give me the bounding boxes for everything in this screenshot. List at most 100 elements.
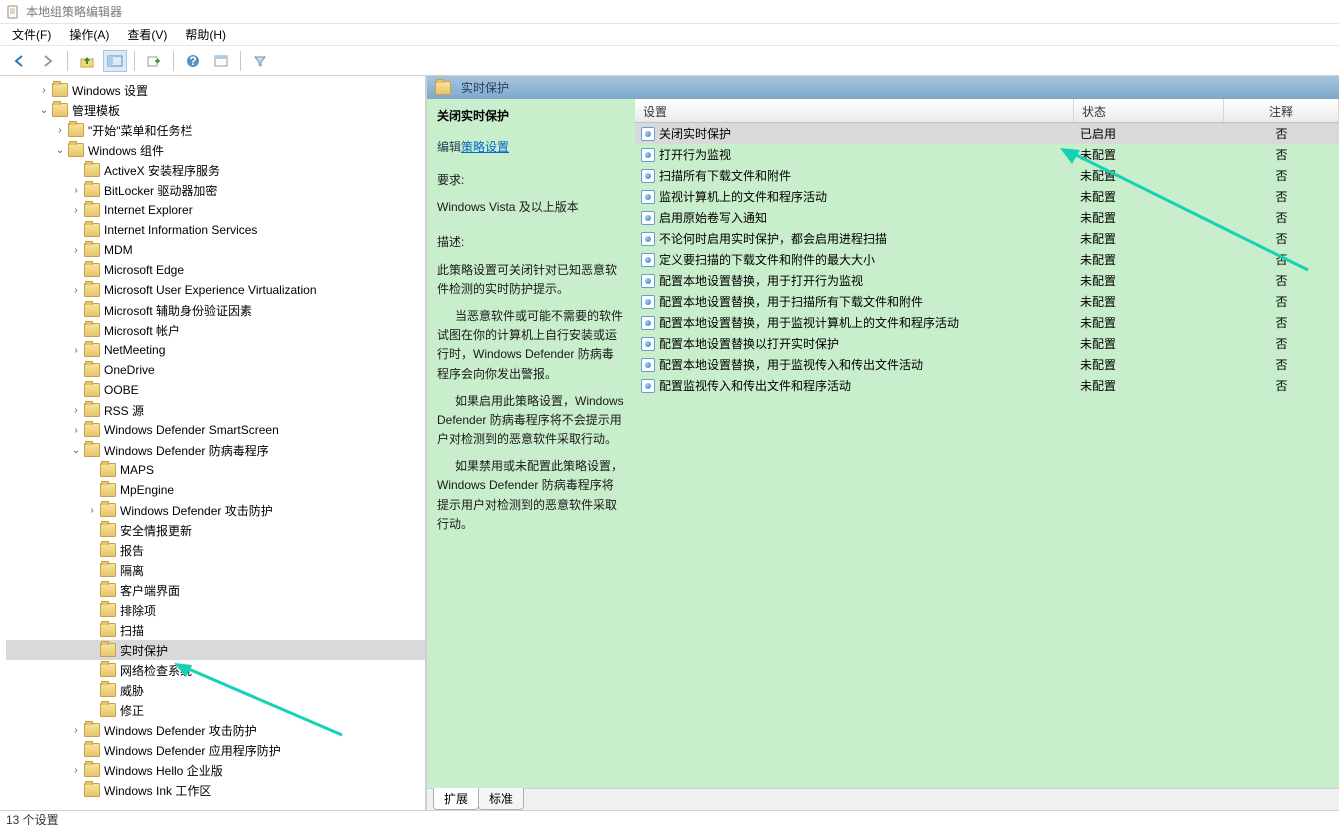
list-row[interactable]: 定义要扫描的下载文件和附件的最大大小未配置否	[635, 249, 1339, 270]
row-state: 未配置	[1080, 335, 1116, 352]
tree-item[interactable]: 报告	[6, 540, 425, 560]
row-state: 未配置	[1080, 377, 1116, 394]
tree-item[interactable]: ⌄Windows 组件	[6, 140, 425, 160]
folder-icon	[100, 643, 116, 657]
tree-item[interactable]: ⌄Windows Defender 防病毒程序	[6, 440, 425, 460]
tree-item[interactable]: 隔离	[6, 560, 425, 580]
tree-item[interactable]: Microsoft Edge	[6, 260, 425, 280]
tree-item[interactable]: 安全情报更新	[6, 520, 425, 540]
tree-item[interactable]: Microsoft 帐户	[6, 320, 425, 340]
tree-item[interactable]: Windows Defender 应用程序防护	[6, 740, 425, 760]
chevron-right-icon[interactable]: ›	[70, 765, 82, 776]
chevron-right-icon[interactable]: ›	[54, 125, 66, 136]
tree-item[interactable]: ›BitLocker 驱动器加密	[6, 180, 425, 200]
tree-item-selected[interactable]: 实时保护	[6, 640, 425, 660]
list-row[interactable]: 配置本地设置替换，用于扫描所有下载文件和附件未配置否	[635, 291, 1339, 312]
menu-action[interactable]: 操作(A)	[69, 26, 109, 43]
tree-item[interactable]: ActiveX 安装程序服务	[6, 160, 425, 180]
row-state: 未配置	[1080, 167, 1116, 184]
chevron-down-icon[interactable]: ⌄	[54, 145, 66, 156]
edit-policy-link[interactable]: 策略设置	[461, 140, 509, 154]
properties-button[interactable]	[209, 50, 233, 72]
show-hide-tree-button[interactable]	[103, 50, 127, 72]
column-setting[interactable]: 设置	[635, 99, 1074, 122]
chevron-right-icon[interactable]: ›	[70, 285, 82, 296]
tree-item[interactable]: ›Windows Defender SmartScreen	[6, 420, 425, 440]
chevron-right-icon[interactable]: ›	[86, 505, 98, 516]
tree-item[interactable]: ›"开始"菜单和任务栏	[6, 120, 425, 140]
chevron-right-icon[interactable]: ›	[70, 425, 82, 436]
up-folder-button[interactable]	[75, 50, 99, 72]
tree-item[interactable]: Internet Information Services	[6, 220, 425, 240]
menu-help[interactable]: 帮助(H)	[185, 26, 226, 43]
tabs: 扩展 标准	[427, 788, 1339, 810]
tree-panel[interactable]: ›Windows 设置 ⌄管理模板 ›"开始"菜单和任务栏 ⌄Windows 组…	[0, 76, 426, 810]
row-setting: 监视计算机上的文件和程序活动	[659, 188, 827, 205]
tree-item[interactable]: 排除项	[6, 600, 425, 620]
tree-item[interactable]: 扫描	[6, 620, 425, 640]
list-row[interactable]: 配置本地设置替换，用于打开行为监视未配置否	[635, 270, 1339, 291]
folder-icon	[100, 703, 116, 717]
list-row[interactable]: 配置监视传入和传出文件和程序活动未配置否	[635, 375, 1339, 396]
chevron-right-icon[interactable]: ›	[38, 85, 50, 96]
back-button[interactable]	[8, 50, 32, 72]
list-row[interactable]: 监视计算机上的文件和程序活动未配置否	[635, 186, 1339, 207]
chevron-right-icon[interactable]: ›	[70, 725, 82, 736]
tree-item[interactable]: 网络检查系统	[6, 660, 425, 680]
detail-header-title: 实时保护	[461, 79, 509, 96]
folder-icon	[84, 283, 100, 297]
list-row[interactable]: 不论何时启用实时保护，都会启用进程扫描未配置否	[635, 228, 1339, 249]
tree-item[interactable]: ›Windows Defender 攻击防护	[6, 720, 425, 740]
tree-item[interactable]: ⌄管理模板	[6, 100, 425, 120]
row-setting: 配置本地设置替换以打开实时保护	[659, 335, 839, 352]
chevron-right-icon[interactable]: ›	[70, 185, 82, 196]
tree-item[interactable]: 威胁	[6, 680, 425, 700]
list-row[interactable]: 关闭实时保护已启用否	[635, 123, 1339, 144]
tree-item[interactable]: MpEngine	[6, 480, 425, 500]
tree-item[interactable]: ›RSS 源	[6, 400, 425, 420]
list-row[interactable]: 配置本地设置替换，用于监视计算机上的文件和程序活动未配置否	[635, 312, 1339, 333]
help-button[interactable]: ?	[181, 50, 205, 72]
list-row[interactable]: 扫描所有下载文件和附件未配置否	[635, 165, 1339, 186]
tree-item[interactable]: 客户端界面	[6, 580, 425, 600]
tab-extended[interactable]: 扩展	[433, 788, 479, 810]
chevron-right-icon[interactable]: ›	[70, 205, 82, 216]
list-row[interactable]: 配置本地设置替换，用于监视传入和传出文件活动未配置否	[635, 354, 1339, 375]
tree-item[interactable]: 修正	[6, 700, 425, 720]
tree-item[interactable]: ›MDM	[6, 240, 425, 260]
chevron-right-icon[interactable]: ›	[70, 345, 82, 356]
tree-item[interactable]: ›Windows Hello 企业版	[6, 760, 425, 780]
list-header: 设置 状态 注释	[635, 99, 1339, 123]
tree-item[interactable]: ›Windows Defender 攻击防护	[6, 500, 425, 520]
tree-item[interactable]: ›Internet Explorer	[6, 200, 425, 220]
menu-file[interactable]: 文件(F)	[12, 26, 51, 43]
tab-standard[interactable]: 标准	[478, 788, 524, 810]
chevron-down-icon[interactable]: ⌄	[70, 445, 82, 456]
row-state: 未配置	[1080, 146, 1116, 163]
row-setting: 配置本地设置替换，用于监视传入和传出文件活动	[659, 356, 923, 373]
list-row[interactable]: 启用原始卷写入通知未配置否	[635, 207, 1339, 228]
tree-item[interactable]: ›NetMeeting	[6, 340, 425, 360]
menu-view[interactable]: 查看(V)	[127, 26, 167, 43]
tree-item[interactable]: Windows Ink 工作区	[6, 780, 425, 800]
chevron-right-icon[interactable]: ›	[70, 245, 82, 256]
tree-item[interactable]: ›Microsoft User Experience Virtualizatio…	[6, 280, 425, 300]
column-state[interactable]: 状态	[1074, 99, 1224, 122]
export-button[interactable]	[142, 50, 166, 72]
chevron-right-icon[interactable]: ›	[70, 405, 82, 416]
filter-button[interactable]	[248, 50, 272, 72]
list-row[interactable]: 打开行为监视未配置否	[635, 144, 1339, 165]
tree-item[interactable]: OneDrive	[6, 360, 425, 380]
menu-bar: 文件(F) 操作(A) 查看(V) 帮助(H)	[0, 24, 1339, 46]
list-row[interactable]: 配置本地设置替换以打开实时保护未配置否	[635, 333, 1339, 354]
description-text: 如果禁用或未配置此策略设置，Windows Defender 防病毒程序将提示用…	[437, 457, 625, 534]
tree-item[interactable]: MAPS	[6, 460, 425, 480]
tree-item[interactable]: Microsoft 辅助身份验证因素	[6, 300, 425, 320]
tree-item[interactable]: OOBE	[6, 380, 425, 400]
chevron-down-icon[interactable]: ⌄	[38, 105, 50, 116]
forward-button[interactable]	[36, 50, 60, 72]
description-text: 当恶意软件或可能不需要的软件试图在你的计算机上自行安装或运行时，Windows …	[437, 307, 625, 384]
row-setting: 定义要扫描的下载文件和附件的最大大小	[659, 251, 875, 268]
column-comment[interactable]: 注释	[1224, 99, 1339, 122]
tree-item[interactable]: ›Windows 设置	[6, 80, 425, 100]
